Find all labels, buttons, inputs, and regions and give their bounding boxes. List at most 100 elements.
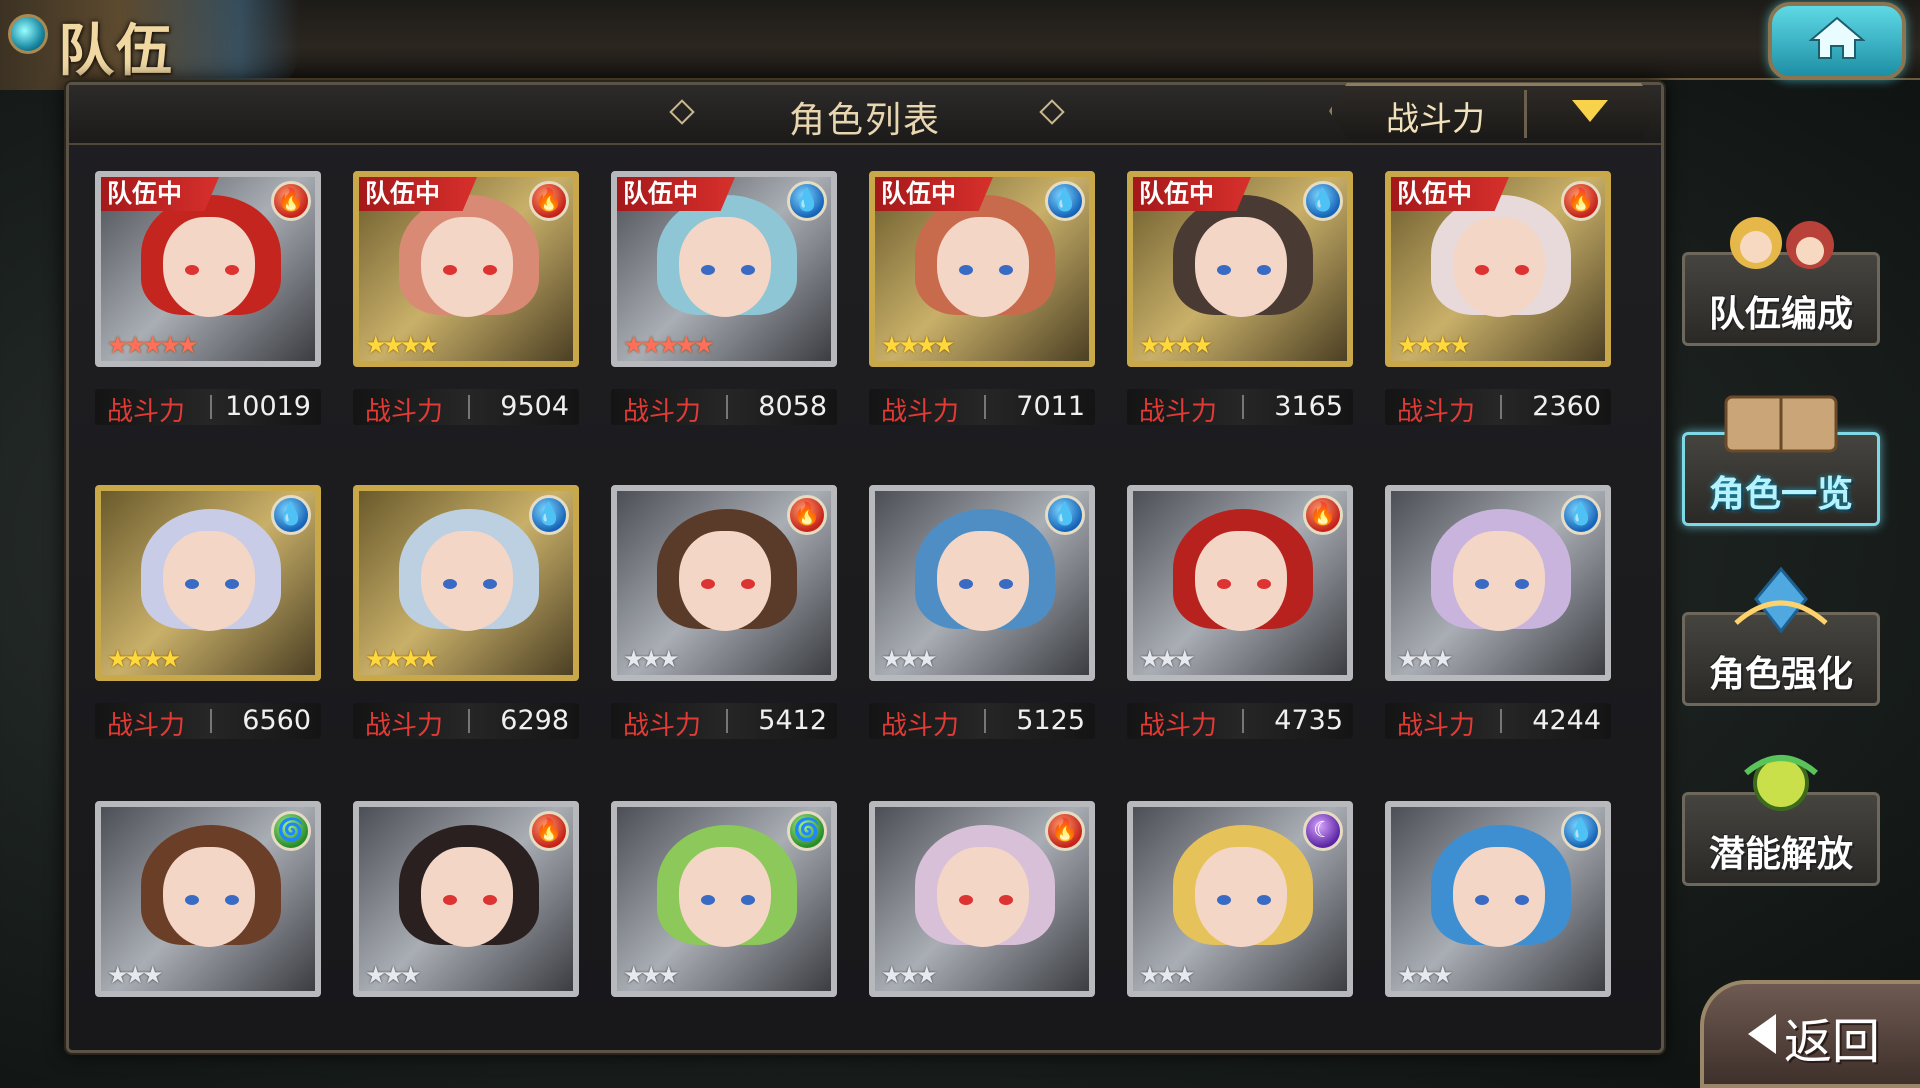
- rarity-stars: ★★★: [1397, 645, 1454, 673]
- character-portrait[interactable]: 💧 ★★★★: [95, 485, 321, 681]
- water-element-icon: 💧: [1303, 181, 1343, 221]
- character-card[interactable]: 队伍中 🔥 ★★★★★ 战斗力 10019: [95, 171, 321, 427]
- rarity-stars: ★★★★: [365, 645, 439, 673]
- character-portrait[interactable]: 队伍中 🔥 ★★★★★: [95, 171, 321, 367]
- water-element-icon: 💧: [1045, 495, 1085, 535]
- in-party-tag: 队伍中: [1391, 177, 1509, 211]
- side-menu-button[interactable]: 潜能解放: [1682, 755, 1880, 886]
- character-portrait[interactable]: 队伍中 🔥 ★★★★: [353, 171, 579, 367]
- home-button[interactable]: [1768, 2, 1906, 80]
- character-card[interactable]: 🌀 ★★★: [95, 801, 321, 997]
- back-button[interactable]: 返回: [1700, 980, 1920, 1088]
- power-bar: 战斗力 5412: [611, 703, 837, 741]
- character-portrait[interactable]: 🔥 ★★★: [1127, 485, 1353, 681]
- character-portrait[interactable]: 🔥 ★★★: [353, 801, 579, 997]
- power-divider: [984, 395, 986, 419]
- character-card[interactable]: 💧 ★★★: [1385, 801, 1611, 997]
- rarity-stars: ★★★★: [365, 331, 439, 359]
- power-divider: [726, 709, 728, 733]
- character-card[interactable]: 💧 ★★★★ 战斗力 6298: [353, 485, 579, 741]
- side-menu-button[interactable]: 角色一览: [1682, 395, 1880, 526]
- character-eye: [1217, 579, 1231, 589]
- character-eye: [959, 265, 973, 275]
- character-portrait[interactable]: 💧 ★★★: [1385, 485, 1611, 681]
- character-eye: [1515, 579, 1529, 589]
- character-card[interactable]: 队伍中 🔥 ★★★★ 战斗力 2360: [1385, 171, 1611, 427]
- character-portrait[interactable]: 🔥 ★★★: [869, 801, 1095, 997]
- water-element-icon: 💧: [529, 495, 569, 535]
- power-value: 6560: [242, 705, 311, 736]
- power-value: 8058: [758, 391, 827, 422]
- character-face: [679, 847, 771, 947]
- character-portrait[interactable]: 🔥 ★★★: [611, 485, 837, 681]
- side-menu-button[interactable]: 角色强化: [1682, 566, 1880, 706]
- character-card[interactable]: 🔥 ★★★: [353, 801, 579, 997]
- page-title: 队伍: [58, 19, 174, 84]
- character-portrait[interactable]: 💧 ★★★: [1385, 801, 1611, 997]
- character-card[interactable]: 💧 ★★★ 战斗力 4244: [1385, 485, 1611, 741]
- character-portrait[interactable]: 🌀 ★★★: [95, 801, 321, 997]
- character-eye: [1257, 265, 1271, 275]
- character-face: [421, 531, 513, 631]
- character-card[interactable]: 🔥 ★★★: [869, 801, 1095, 997]
- character-portrait[interactable]: 🌀 ★★★: [611, 801, 837, 997]
- wind-element-icon: 🌀: [787, 811, 827, 851]
- character-portrait[interactable]: 队伍中 💧 ★★★★★: [611, 171, 837, 367]
- book-icon: [1706, 383, 1856, 457]
- in-party-tag: 队伍中: [617, 177, 735, 211]
- power-bar: 战斗力 8058: [611, 389, 837, 427]
- character-face: [163, 217, 255, 317]
- character-list-panel: 角色列表 战斗力 队伍中 🔥 ★★★★★ 战斗力 10019 队伍中 🔥 ★★★★ 战斗力 950…: [66, 82, 1664, 1053]
- rarity-stars: ★★★: [1139, 961, 1196, 989]
- side-menu-button[interactable]: 队伍编成: [1682, 217, 1880, 346]
- character-eye: [1475, 265, 1489, 275]
- character-portrait[interactable]: ☾ ★★★: [1127, 801, 1353, 997]
- title-plate: 队伍: [0, 0, 300, 90]
- power-bar: 战斗力 5125: [869, 703, 1095, 741]
- rarity-stars: ★★★★★: [623, 331, 715, 359]
- character-card[interactable]: 队伍中 🔥 ★★★★ 战斗力 9504: [353, 171, 579, 427]
- character-eye: [225, 895, 239, 905]
- in-party-tag: 队伍中: [875, 177, 993, 211]
- character-portrait[interactable]: 队伍中 💧 ★★★★: [1127, 171, 1353, 367]
- power-value: 6298: [500, 705, 569, 736]
- character-card[interactable]: 队伍中 💧 ★★★★★ 战斗力 8058: [611, 171, 837, 427]
- power-divider: [210, 709, 212, 733]
- power-divider: [1242, 709, 1244, 733]
- character-card[interactable]: 💧 ★★★★ 战斗力 6560: [95, 485, 321, 741]
- character-card[interactable]: 🔥 ★★★ 战斗力 4735: [1127, 485, 1353, 741]
- character-card[interactable]: 💧 ★★★ 战斗力 5125: [869, 485, 1095, 741]
- character-card[interactable]: 🔥 ★★★ 战斗力 5412: [611, 485, 837, 741]
- character-eye: [185, 895, 199, 905]
- fire-element-icon: 🔥: [1561, 181, 1601, 221]
- character-card[interactable]: 队伍中 💧 ★★★★ 战斗力 7011: [869, 171, 1095, 427]
- character-card[interactable]: ☾ ★★★: [1127, 801, 1353, 997]
- water-element-icon: 💧: [1561, 495, 1601, 535]
- character-portrait[interactable]: 💧 ★★★: [869, 485, 1095, 681]
- character-face: [1195, 217, 1287, 317]
- power-divider: [1500, 709, 1502, 733]
- character-eye: [1217, 265, 1231, 275]
- character-eye: [443, 579, 457, 589]
- character-portrait[interactable]: 队伍中 💧 ★★★★: [869, 171, 1095, 367]
- rarity-stars: ★★★: [881, 645, 938, 673]
- character-eye: [701, 265, 715, 275]
- character-face: [937, 531, 1029, 631]
- chevron-down-icon[interactable]: [1572, 100, 1608, 122]
- power-label: 战斗力: [1397, 397, 1476, 427]
- character-card[interactable]: 队伍中 💧 ★★★★ 战斗力 3165: [1127, 171, 1353, 427]
- power-label: 战斗力: [623, 711, 702, 741]
- character-eye: [443, 895, 457, 905]
- power-value: 3165: [1274, 391, 1343, 422]
- rarity-stars: ★★★★: [107, 645, 181, 673]
- upgrade-crystal-icon: [1706, 563, 1856, 637]
- character-face: [1453, 531, 1545, 631]
- power-bar: 战斗力 9504: [353, 389, 579, 427]
- character-portrait[interactable]: 队伍中 🔥 ★★★★: [1385, 171, 1611, 367]
- fire-element-icon: 🔥: [787, 495, 827, 535]
- character-portrait[interactable]: 💧 ★★★★: [353, 485, 579, 681]
- sort-dropdown[interactable]: 战斗力: [1329, 83, 1659, 139]
- character-card[interactable]: 🌀 ★★★: [611, 801, 837, 997]
- power-divider: [1242, 395, 1244, 419]
- character-face: [163, 531, 255, 631]
